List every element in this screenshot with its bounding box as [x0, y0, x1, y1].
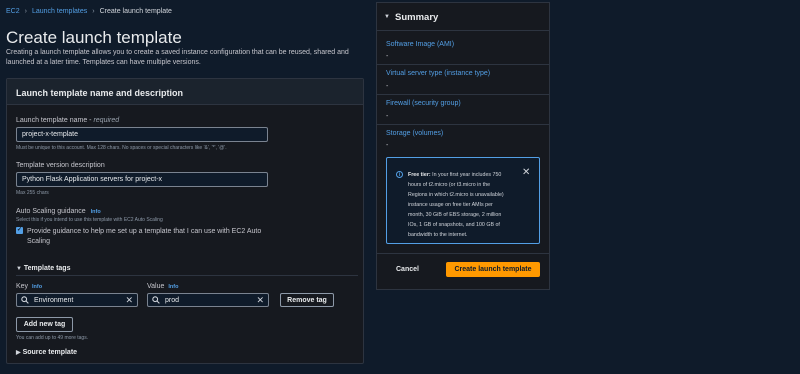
summary-panel: ▼ Summary Software Image (AMI) - Virtual…	[376, 2, 550, 290]
summary-firewall-value: -	[386, 113, 389, 120]
caret-down-icon: ▼	[16, 266, 22, 272]
version-description-value: Python Flask Application servers for pro…	[22, 176, 163, 183]
summary-firewall-label[interactable]: Firewall (security group)	[386, 100, 461, 107]
free-tier-line: bandwidth to the internet.	[408, 232, 468, 238]
asg-guidance-label: Auto Scaling guidance Info	[16, 208, 101, 215]
page-title: Create launch template	[6, 28, 182, 47]
version-description-label: Template version description	[16, 162, 105, 169]
version-description-input[interactable]: Python Flask Application servers for pro…	[16, 172, 268, 187]
caret-down-icon[interactable]: ▼	[384, 14, 390, 20]
breadcrumb-current: Create launch template	[99, 7, 172, 15]
template-name-label-text: Launch template name -	[16, 117, 92, 124]
search-icon	[21, 296, 29, 304]
asg-checkbox-label-line2: Scaling	[27, 238, 50, 245]
tag-key-label-text: Key	[16, 283, 29, 290]
clear-icon[interactable]: ✕	[256, 295, 264, 305]
add-new-tag-button[interactable]: Add new tag	[16, 317, 73, 332]
tag-value-label: Value Info	[147, 283, 178, 290]
tag-key-value: Environment	[34, 296, 74, 304]
free-tier-line: hours of t2.micro (or t3.micro in the	[408, 182, 491, 188]
template-name-input[interactable]: project-x-template	[16, 127, 268, 142]
info-icon: i	[396, 171, 403, 178]
tag-key-info-link[interactable]: Info	[32, 284, 42, 290]
asg-guidance-hint: Select this if you intend to use this te…	[16, 217, 163, 223]
summary-divider	[377, 253, 549, 254]
panel-title: Launch template name and description	[16, 88, 184, 98]
asg-checkbox-label[interactable]: Provide guidance to help me set up a tem…	[27, 227, 261, 247]
asg-info-link[interactable]: Info	[91, 209, 101, 215]
tag-value-label-text: Value	[147, 283, 165, 290]
template-tags-title: Template tags	[23, 265, 71, 272]
template-name-value: project-x-template	[22, 131, 79, 138]
source-template-title: Source template	[22, 349, 78, 356]
tag-value-input[interactable]: prod ✕	[147, 293, 269, 307]
summary-ami-value: -	[386, 53, 389, 60]
summary-storage-value: -	[386, 142, 389, 149]
asg-guidance-checkbox[interactable]: ✓	[16, 227, 23, 234]
cancel-button[interactable]: Cancel	[396, 266, 419, 273]
free-tier-line: IOs, 1 GB of snapshots, and 100 GB of	[408, 222, 500, 228]
source-template-toggle[interactable]: ▶ Source template	[16, 349, 77, 356]
summary-title: Summary	[395, 12, 439, 23]
tag-value-info-link[interactable]: Info	[168, 284, 178, 290]
clear-icon[interactable]: ✕	[125, 295, 133, 305]
free-tier-text: Free tier: In your first year includes 7…	[408, 170, 516, 240]
tags-divider	[16, 275, 358, 276]
page-description: Creating a launch template allows you to…	[6, 49, 349, 66]
free-tier-title: Free tier:	[408, 172, 431, 178]
summary-instance-type-value: -	[386, 83, 389, 90]
tags-hint: You can add up to 49 more tags.	[16, 335, 89, 341]
template-tags-toggle[interactable]: ▼ Template tags	[16, 265, 70, 272]
free-tier-line: Regions in which t2.micro is unavailable…	[408, 192, 504, 198]
search-icon	[152, 296, 160, 304]
summary-divider	[377, 94, 549, 95]
tag-key-input[interactable]: Environment ✕	[16, 293, 138, 307]
summary-divider	[377, 64, 549, 65]
summary-divider	[377, 124, 549, 125]
caret-right-icon: ▶	[16, 350, 21, 356]
breadcrumb-launch-templates[interactable]: Launch templates	[32, 8, 87, 15]
free-tier-alert: i ✕ Free tier: In your first year includ…	[386, 157, 540, 244]
launch-template-panel: Launch template name and description Lau…	[6, 78, 364, 364]
summary-ami-label[interactable]: Software Image (AMI)	[386, 41, 454, 48]
breadcrumb-ec2[interactable]: EC2	[6, 8, 20, 15]
chevron-right-icon: ›	[92, 7, 95, 15]
breadcrumb: EC2 › Launch templates › Create launch t…	[6, 6, 172, 16]
required-marker: required	[93, 117, 120, 124]
chevron-right-icon: ›	[24, 7, 27, 15]
remove-tag-button[interactable]: Remove tag	[280, 293, 334, 307]
summary-instance-type-label[interactable]: Virtual server type (instance type)	[386, 70, 490, 77]
tag-value-value: prod	[165, 296, 180, 304]
template-name-label: Launch template name - required	[16, 117, 119, 124]
free-tier-line: In your first year includes 750	[432, 172, 502, 178]
free-tier-line: instance usage on free tier AMIs per	[408, 202, 493, 208]
free-tier-line: month, 30 GiB of EBS storage, 2 million	[408, 212, 502, 218]
asg-checkbox-label-line1: Provide guidance to help me set up a tem…	[27, 228, 262, 235]
version-description-hint: Max 255 chars	[16, 190, 49, 196]
create-launch-template-button[interactable]: Create launch template	[446, 262, 540, 277]
checkmark-icon: ✓	[16, 227, 23, 233]
summary-storage-label[interactable]: Storage (volumes)	[386, 130, 443, 137]
asg-guidance-label-text: Auto Scaling guidance	[16, 208, 86, 215]
tag-key-label: Key Info	[16, 283, 42, 290]
template-name-hint: Must be unique to this account. Max 128 …	[16, 145, 227, 151]
close-icon[interactable]: ✕	[522, 167, 530, 178]
